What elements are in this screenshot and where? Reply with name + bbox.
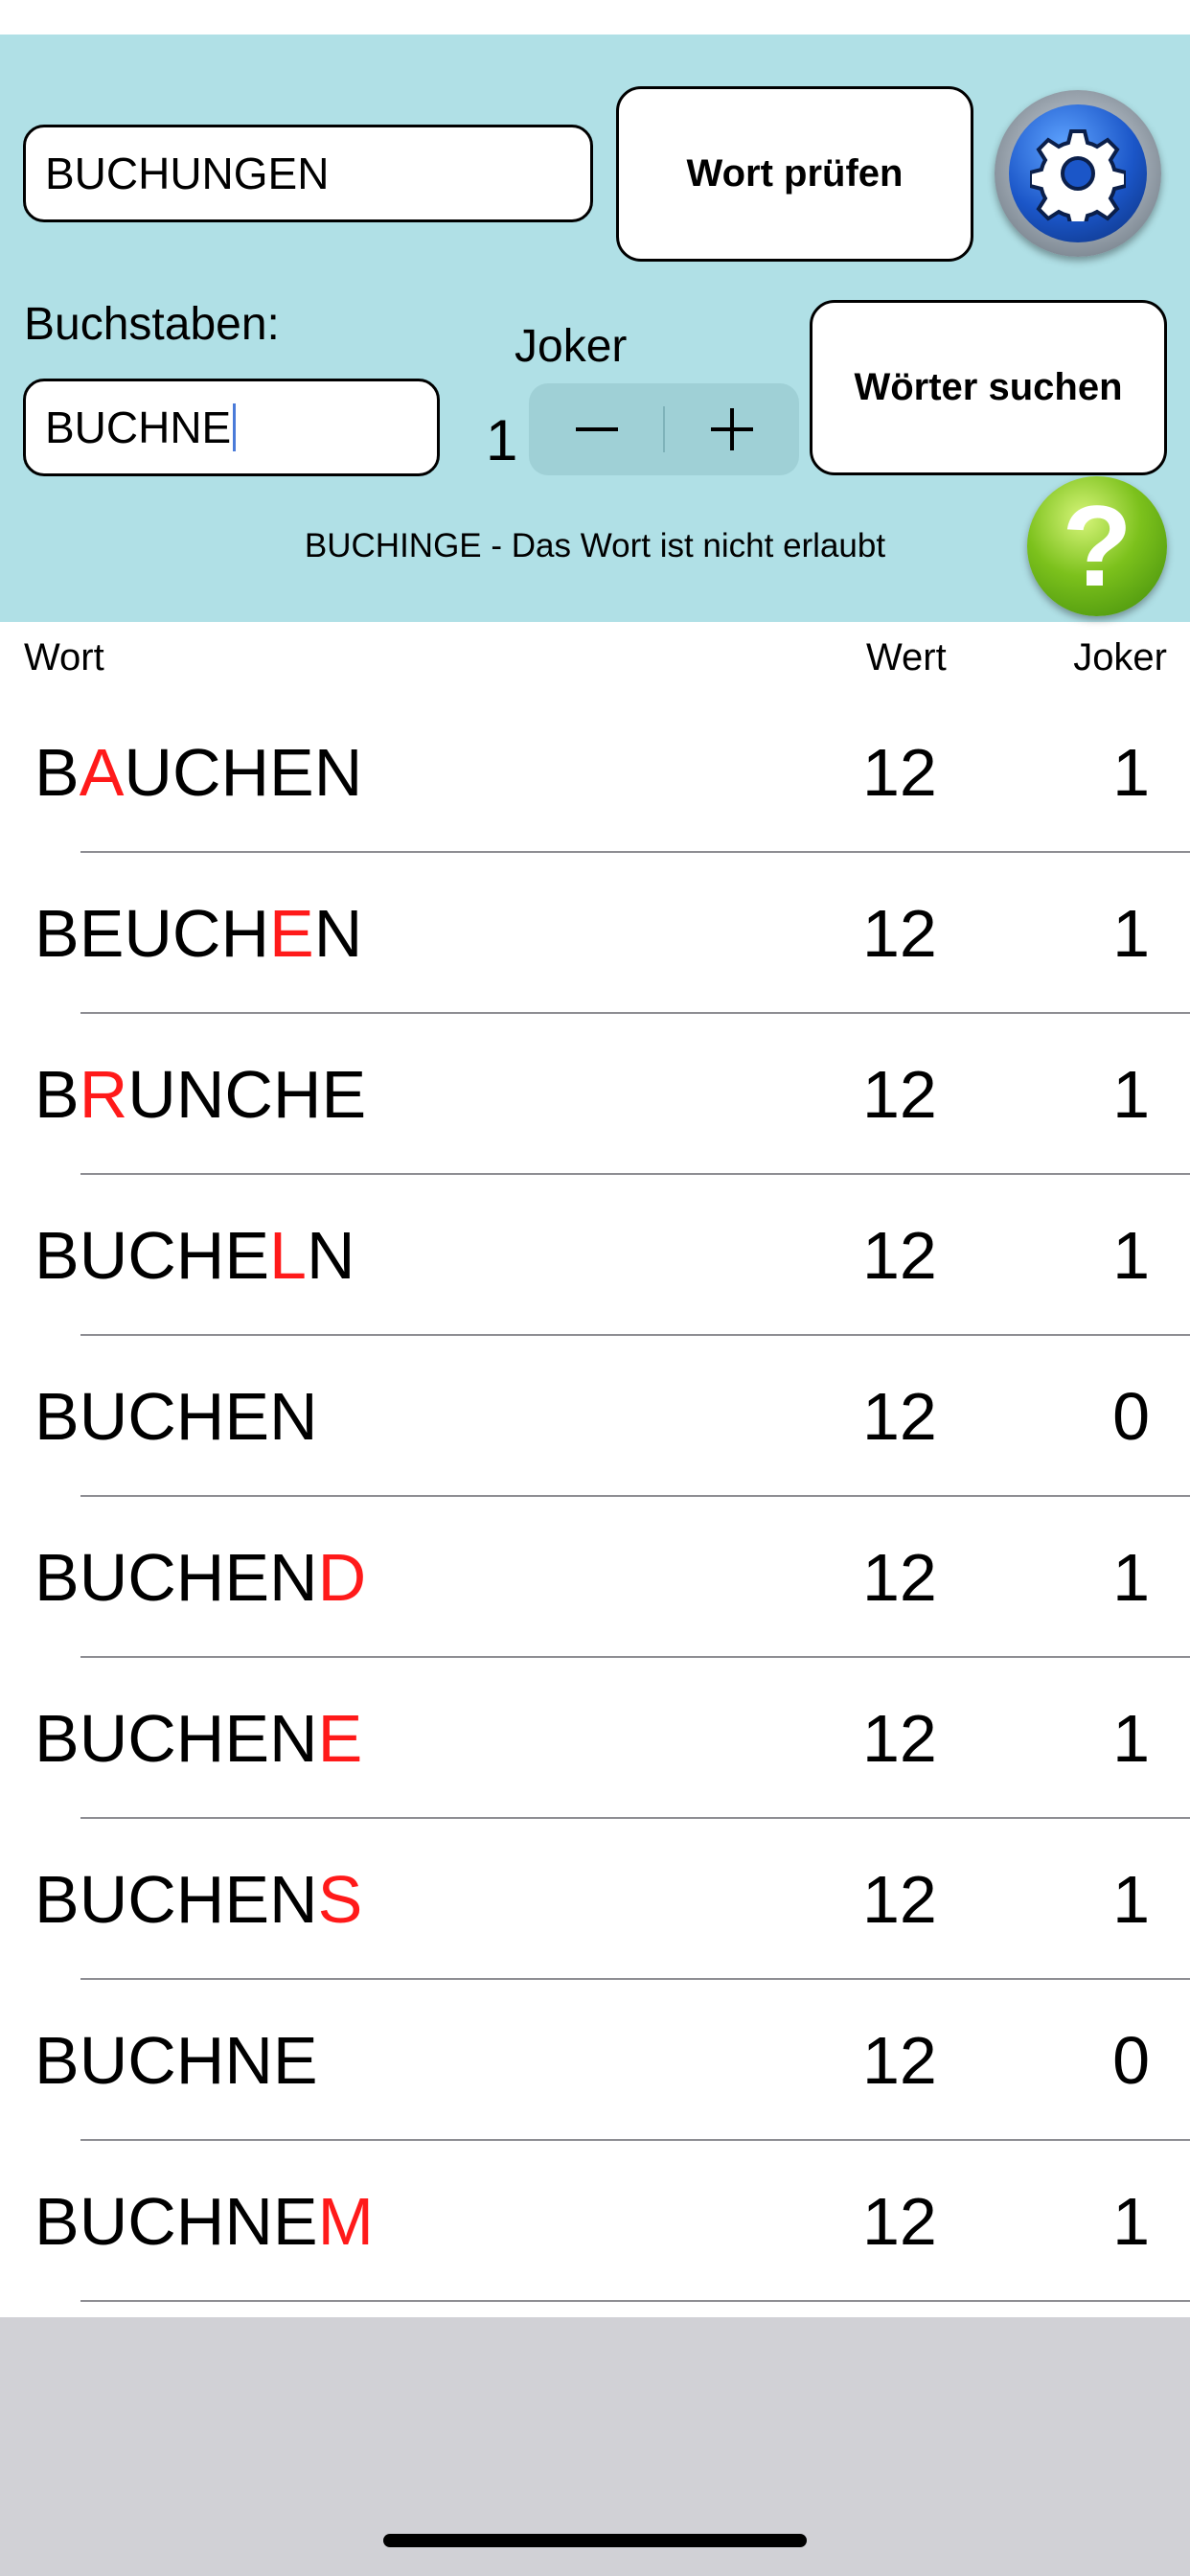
- joker-count: 1: [486, 408, 518, 472]
- result-word: B R UNCHE: [34, 1057, 367, 1132]
- result-value: 12: [862, 896, 937, 971]
- joker-letter: E: [317, 1701, 363, 1776]
- joker-letter: R: [79, 1057, 128, 1132]
- result-row[interactable]: BUCHNE M 12 1: [0, 2141, 1190, 2302]
- word-check-input[interactable]: BUCHUNGEN: [23, 125, 593, 222]
- result-joker-count: 1: [1112, 1057, 1150, 1132]
- joker-letter: S: [317, 1862, 363, 1937]
- text-caret: [233, 403, 237, 451]
- minus-icon: [575, 427, 618, 431]
- result-value: 12: [862, 2184, 937, 2259]
- result-joker-count: 1: [1112, 1701, 1150, 1776]
- result-joker-count: 1: [1112, 735, 1150, 810]
- result-value: 12: [862, 2023, 937, 2098]
- search-words-button-label: Wörter suchen: [854, 366, 1123, 408]
- result-value: 12: [862, 1379, 937, 1454]
- home-indicator: [383, 2534, 807, 2547]
- letters-label: Buchstaben:: [24, 299, 280, 350]
- result-row[interactable]: BUCHEN E 12 1: [0, 1658, 1190, 1819]
- joker-decrement-button[interactable]: [529, 383, 664, 475]
- joker-increment-button[interactable]: [664, 383, 799, 475]
- settings-button[interactable]: [995, 90, 1161, 257]
- result-row[interactable]: BUCHEN S 12 1: [0, 1819, 1190, 1980]
- result-word: B A UCHEN: [34, 735, 363, 810]
- word-check-input-value: BUCHUNGEN: [45, 149, 330, 198]
- check-word-button[interactable]: Wort prüfen: [616, 86, 973, 262]
- result-value: 12: [862, 735, 937, 810]
- column-header-joker: Joker: [1073, 636, 1167, 678]
- search-words-button[interactable]: Wörter suchen: [810, 300, 1167, 475]
- letters-input-value: BUCHNE: [45, 402, 232, 452]
- result-joker-count: 1: [1112, 1218, 1150, 1293]
- plus-icon: [710, 408, 753, 450]
- result-row[interactable]: BUCHEN D 12 1: [0, 1497, 1190, 1658]
- joker-letter: A: [79, 735, 125, 810]
- status-message: BUCHINGE - Das Wort ist nicht erlaubt: [304, 527, 886, 564]
- joker-stepper[interactable]: [529, 383, 799, 475]
- gear-icon: [1009, 104, 1147, 242]
- check-word-button-label: Wort prüfen: [686, 152, 904, 195]
- result-word: BUCHE L N: [34, 1218, 355, 1293]
- result-joker-count: 1: [1112, 896, 1150, 971]
- result-joker-count: 0: [1112, 2023, 1150, 2098]
- result-row[interactable]: B R UNCHE 12 1: [0, 1014, 1190, 1175]
- column-header-word: Wort: [24, 636, 104, 678]
- result-word: BUCHEN: [34, 1379, 318, 1454]
- result-word: BEUCH E N: [34, 896, 363, 971]
- joker-letter: E: [269, 896, 314, 971]
- joker-letter: D: [317, 1540, 367, 1615]
- result-row[interactable]: BUCHNE 12 0: [0, 1980, 1190, 2141]
- letters-input[interactable]: BUCHNE: [23, 379, 440, 476]
- result-row[interactable]: BUCHE L N 12 1: [0, 1175, 1190, 1336]
- result-word: BUCHNE M: [34, 2184, 374, 2259]
- result-joker-count: 1: [1112, 1540, 1150, 1615]
- joker-letter: M: [317, 2184, 374, 2259]
- column-header-value: Wert: [866, 636, 947, 678]
- result-row[interactable]: BEUCH E N 12 1: [0, 853, 1190, 1014]
- result-word: BUCHNE: [34, 2023, 318, 2098]
- result-word: BUCHEN E: [34, 1701, 363, 1776]
- result-value: 12: [862, 1701, 937, 1776]
- joker-letter: L: [269, 1218, 307, 1293]
- result-word: BUCHEN D: [34, 1540, 367, 1615]
- result-row[interactable]: BUCHEN 12 0: [0, 1336, 1190, 1497]
- result-value: 12: [862, 1540, 937, 1615]
- result-value: 12: [862, 1862, 937, 1937]
- result-list[interactable]: B A UCHEN 12 1 BEUCH E N 12 1 B R UNCHE 12 1 BUCHE L N 12 1…: [0, 692, 1190, 2317]
- joker-label: Joker: [515, 321, 628, 372]
- result-value: 12: [862, 1218, 937, 1293]
- result-joker-count: 1: [1112, 2184, 1150, 2259]
- result-row[interactable]: B A UCHEN 12 1: [0, 692, 1190, 853]
- result-joker-count: 0: [1112, 1379, 1150, 1454]
- result-value: 12: [862, 1057, 937, 1132]
- result-word: BUCHEN S: [34, 1862, 363, 1937]
- result-joker-count: 1: [1112, 1862, 1150, 1937]
